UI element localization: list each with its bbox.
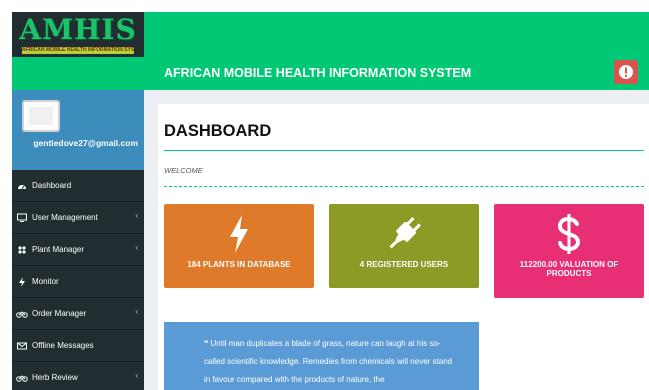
alert-button[interactable] xyxy=(614,60,638,84)
dollar-icon xyxy=(557,214,581,254)
sidebar-item-label: User Management xyxy=(32,213,98,222)
sidebar-item-offline-messages[interactable]: Offline Messages xyxy=(12,330,144,362)
title-divider xyxy=(164,150,644,151)
sidebar-item-label: Herb Review xyxy=(32,373,78,382)
valuation-label: 112200.00 VALUATION OF PRODUCTS xyxy=(519,260,619,278)
bicycle-icon xyxy=(16,372,28,384)
logo[interactable]: AMHIS AFRICAN MOBILE HEALTH INFORMATION … xyxy=(12,12,144,57)
plug-icon xyxy=(384,214,424,254)
header-bar xyxy=(144,12,649,57)
welcome-divider xyxy=(164,186,644,187)
plants-count-label: 184 PLANTS IN DATABASE xyxy=(187,260,291,269)
sidebar-item-dashboard[interactable]: Dashboard xyxy=(12,170,144,202)
plants-card[interactable]: 184 PLANTS IN DATABASE xyxy=(164,204,314,288)
avatar-image xyxy=(29,107,53,125)
sidebar-item-order-manager[interactable]: Order Manager ‹ xyxy=(12,298,144,330)
bolt-icon xyxy=(16,276,28,288)
avatar[interactable] xyxy=(22,100,60,132)
top-strip xyxy=(0,0,649,12)
welcome-text: WELCOME xyxy=(164,166,203,175)
bolt-icon xyxy=(228,214,250,254)
bicycle-icon xyxy=(16,308,28,320)
dashboard-icon xyxy=(16,180,28,192)
chevron-left-icon: ‹ xyxy=(135,307,138,316)
users-card[interactable]: 4 REGISTERED USERS xyxy=(329,204,479,288)
leaf-icon xyxy=(16,244,28,256)
sidebar-item-monitor[interactable]: Monitor xyxy=(12,266,144,298)
user-email: gentledove27@gmail.com xyxy=(33,138,138,148)
quote-text: ❝ Until man duplicates a blade of grass,… xyxy=(204,339,453,384)
navbar: AFRICAN MOBILE HEALTH INFORMATION SYSTEM xyxy=(12,57,649,90)
users-count-label: 4 REGISTERED USERS xyxy=(359,260,449,269)
app-title: AFRICAN MOBILE HEALTH INFORMATION SYSTEM xyxy=(164,66,472,80)
sidebar-item-label: Offline Messages xyxy=(32,341,94,350)
chevron-left-icon: ‹ xyxy=(135,211,138,220)
desktop-icon xyxy=(16,212,28,224)
sidebar-item-label: Plant Manager xyxy=(32,245,85,254)
valuation-card[interactable]: 112200.00 VALUATION OF PRODUCTS xyxy=(494,204,644,298)
chevron-left-icon: ‹ xyxy=(135,371,138,380)
sidebar-item-plant-manager[interactable]: Plant Manager ‹ xyxy=(12,234,144,266)
page-title: DASHBOARD xyxy=(164,122,272,140)
sidebar-item-label: Dashboard xyxy=(32,181,72,190)
sidebar-item-label: Monitor xyxy=(32,277,59,286)
logo-subtitle: AFRICAN MOBILE HEALTH INFORMATION SYSTEM xyxy=(22,47,134,54)
chevron-left-icon: ‹ xyxy=(135,243,138,252)
sidebar-item-label: Order Manager xyxy=(32,309,87,318)
sidebar-menu: Dashboard User Management ‹ Plant Manage… xyxy=(12,170,144,390)
envelope-icon xyxy=(16,340,28,352)
sidebar-item-user-management[interactable]: User Management ‹ xyxy=(12,202,144,234)
exclamation-circle-icon xyxy=(619,65,633,79)
sidebar-item-herb-review[interactable]: Herb Review ‹ xyxy=(12,362,144,390)
logo-text: AMHIS xyxy=(19,13,137,46)
